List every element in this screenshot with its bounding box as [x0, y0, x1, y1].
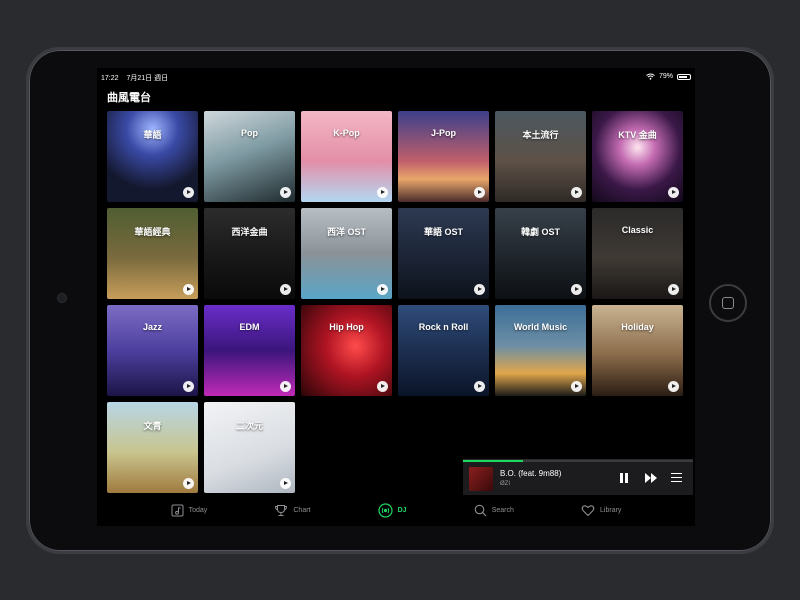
play-icon[interactable]	[377, 284, 388, 295]
progress-fill	[463, 460, 523, 462]
genre-tile[interactable]: 二次元	[204, 402, 295, 493]
genre-tile[interactable]: K-Pop	[301, 111, 392, 202]
search-icon	[474, 504, 487, 517]
genre-tile-label: EDM	[239, 322, 260, 332]
genre-tile[interactable]: Holiday	[592, 305, 683, 396]
genre-tile[interactable]: Jazz	[107, 305, 198, 396]
home-square-icon	[722, 297, 734, 309]
status-time: 17:22	[101, 75, 119, 82]
genre-tile-label: 二次元	[235, 421, 263, 431]
play-icon[interactable]	[474, 187, 485, 198]
genre-tile-label: 華語	[143, 130, 162, 140]
genre-tile-label: K-Pop	[333, 128, 360, 138]
genre-tile-label: 文青	[143, 421, 162, 431]
mini-player[interactable]: B.O. (feat. 9m88) ØZI	[463, 459, 693, 495]
genre-grid: 華語 Pop K-Pop J-Pop 本土流行 KTV 金曲華語經典 西洋金曲 西洋 OST 華…	[107, 111, 683, 493]
genre-tile[interactable]: Pop	[204, 111, 295, 202]
play-icon[interactable]	[183, 284, 194, 295]
genre-tile-label: Jazz	[142, 322, 162, 332]
tab-bar: Today Chart DJ Search Library	[97, 495, 695, 526]
tab-chart[interactable]: Chart	[274, 504, 311, 517]
genre-tile-label: 本土流行	[522, 130, 559, 140]
play-icon[interactable]	[474, 381, 485, 392]
play-icon[interactable]	[280, 284, 291, 295]
song-title[interactable]: B.O. (feat. 9m88)	[500, 469, 561, 478]
play-icon[interactable]	[571, 381, 582, 392]
tab-search[interactable]: Search	[474, 504, 514, 517]
genre-tile-label: Pop	[241, 128, 258, 138]
tab-chart-label: Chart	[293, 507, 311, 514]
genre-tile[interactable]: Hip Hop	[301, 305, 392, 396]
tab-today-label: Today	[188, 507, 208, 514]
genre-tile[interactable]: World Music	[495, 305, 586, 396]
battery-icon	[677, 73, 691, 80]
genre-tile[interactable]: 本土流行	[495, 111, 586, 202]
tab-search-label: Search	[491, 507, 514, 514]
play-icon[interactable]	[377, 381, 388, 392]
play-icon[interactable]	[183, 187, 194, 198]
play-icon[interactable]	[571, 187, 582, 198]
wifi-icon	[646, 73, 655, 80]
heart-icon	[581, 505, 595, 517]
tab-library[interactable]: Library	[581, 504, 621, 517]
status-bar: 17:22 7月21日 週日 79%	[97, 68, 695, 84]
genre-tile[interactable]: KTV 金曲	[592, 111, 683, 202]
tab-dj-label: DJ	[397, 507, 407, 514]
genre-tile[interactable]: 文青	[107, 402, 198, 493]
genre-tile[interactable]: J-Pop	[398, 111, 489, 202]
play-icon[interactable]	[668, 284, 679, 295]
progress-bar[interactable]	[463, 460, 693, 462]
play-icon[interactable]	[474, 284, 485, 295]
play-icon[interactable]	[377, 187, 388, 198]
genre-tile-label: 韓劇 OST	[520, 227, 560, 237]
status-date: 7月21日 週日	[126, 75, 169, 82]
genre-tile[interactable]: 華語經典	[107, 208, 198, 299]
genre-tile-label: World Music	[513, 322, 568, 332]
screen: 17:22 7月21日 週日 79% 曲風電台 華語 Pop K-Pop J-Pop 本…	[97, 68, 695, 526]
genre-tile-label: 西洋金曲	[231, 227, 268, 237]
tab-library-label: Library	[600, 507, 622, 514]
genre-tile-label: J-Pop	[430, 128, 456, 138]
battery-percent: 79%	[658, 73, 673, 80]
play-icon[interactable]	[280, 381, 291, 392]
pause-icon[interactable]	[619, 473, 629, 483]
genre-tile[interactable]: 西洋金曲	[204, 208, 295, 299]
play-icon[interactable]	[668, 381, 679, 392]
genre-tile[interactable]: Rock n Roll	[398, 305, 489, 396]
play-icon[interactable]	[183, 478, 194, 489]
genre-tile-label: KTV 金曲	[618, 130, 657, 140]
genre-tile-label: Holiday	[621, 322, 654, 332]
genre-tile[interactable]: 韓劇 OST	[495, 208, 586, 299]
radio-icon	[378, 503, 393, 518]
genre-tile-label: Classic	[621, 225, 654, 235]
genre-tile-label: 華語經典	[134, 227, 171, 237]
tab-dj[interactable]: DJ	[378, 503, 407, 518]
genre-tile[interactable]: 華語	[107, 111, 198, 202]
genre-tile-label: 華語 OST	[423, 227, 463, 237]
camera	[57, 293, 67, 303]
music-note-icon	[171, 504, 184, 517]
play-icon[interactable]	[183, 381, 194, 392]
genre-tile[interactable]: Classic	[592, 208, 683, 299]
genre-tile[interactable]: 華語 OST	[398, 208, 489, 299]
genre-tile-label: Hip Hop	[329, 322, 364, 332]
fast-forward-icon[interactable]	[645, 473, 659, 483]
tab-today[interactable]: Today	[171, 504, 208, 517]
album-cover[interactable]	[469, 467, 493, 491]
trophy-icon	[275, 505, 288, 516]
play-icon[interactable]	[571, 284, 582, 295]
play-icon[interactable]	[668, 187, 679, 198]
genre-tile-label: Rock n Roll	[418, 322, 469, 332]
home-button[interactable]	[709, 284, 747, 322]
song-artist[interactable]: ØZI	[500, 481, 510, 487]
play-icon[interactable]	[280, 478, 291, 489]
queue-icon[interactable]	[671, 473, 682, 482]
play-icon[interactable]	[280, 187, 291, 198]
genre-tile[interactable]: EDM	[204, 305, 295, 396]
page-title: 曲風電台	[107, 92, 151, 104]
genre-tile-label: 西洋 OST	[326, 227, 366, 237]
genre-tile[interactable]: 西洋 OST	[301, 208, 392, 299]
